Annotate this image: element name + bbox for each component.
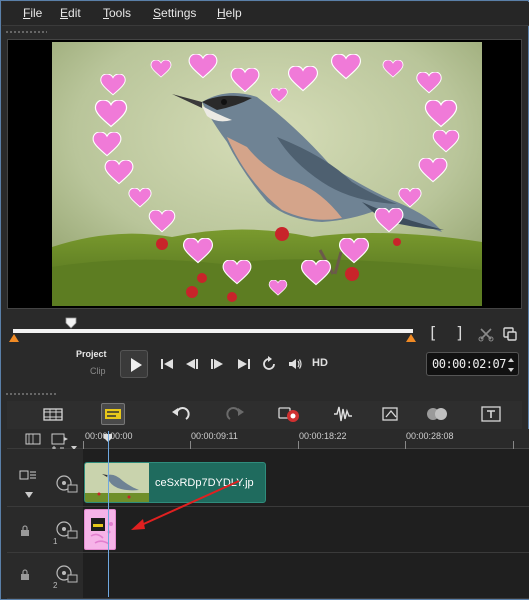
scrub-handle[interactable] [65, 317, 77, 329]
scissors-icon[interactable] [478, 326, 494, 342]
menu-settings[interactable]: Settings [153, 6, 196, 20]
ruler-tick [405, 441, 406, 449]
overlay-clip-thumbnail [90, 518, 113, 545]
storyboard-view-button[interactable] [41, 403, 65, 425]
timecode-spinner-icon[interactable] [507, 356, 515, 374]
playhead-line[interactable] [108, 431, 109, 597]
menu-bar: File Edit Tools Settings Help [2, 2, 529, 26]
track-header-top [7, 429, 83, 450]
preview-image [52, 42, 482, 306]
overlay-track-1-header: 1 [7, 507, 83, 553]
track-number: 1 [53, 537, 58, 546]
ruler-tick [83, 441, 84, 449]
step-forward-icon[interactable] [209, 356, 225, 372]
expand-track-icon[interactable] [24, 491, 34, 499]
preview-window [7, 39, 522, 309]
auto-music-icon[interactable] [379, 403, 403, 425]
subtitle-editor-icon[interactable] [479, 403, 503, 425]
overlay-track-icon[interactable] [54, 519, 78, 541]
annotation-arrow [131, 480, 240, 530]
undo-icon[interactable] [169, 403, 193, 425]
scrub-bar[interactable] [13, 329, 413, 333]
menu-edit[interactable]: Edit [60, 6, 81, 20]
enlarge-preview-icon[interactable] [502, 326, 518, 342]
overlay-track-icon[interactable] [54, 563, 78, 585]
redo-icon[interactable] [223, 403, 247, 425]
project-mode-label[interactable]: Project [76, 349, 107, 359]
timeline-ruler[interactable]: 00:00:00:00 00:00:09:11 00:00:18:22 00:0… [83, 429, 529, 449]
overlay-track-2-header: 2 [7, 553, 83, 599]
track-number: 2 [53, 581, 58, 590]
app-window: File Edit Tools Settings Help [] Projec… [0, 0, 529, 600]
trim-start-marker[interactable] [9, 334, 19, 342]
clip-mode-label[interactable]: Clip [90, 366, 106, 376]
timecode-display[interactable]: 00:00:02:07 [426, 352, 519, 376]
overlay-track-2[interactable] [83, 553, 529, 599]
sound-mixer-icon[interactable] [331, 403, 355, 425]
motion-tracking-icon[interactable] [425, 403, 449, 425]
filmstrip-icon [43, 408, 63, 421]
track-options-icon[interactable] [19, 469, 37, 481]
timeline-view-icon [105, 409, 121, 419]
ruler-tick [298, 441, 299, 449]
lock-icon[interactable] [19, 569, 31, 581]
timecode-value: 00:00:02:07 [432, 357, 506, 371]
video-track-header [7, 449, 83, 507]
skip-to-end-icon[interactable] [236, 356, 252, 372]
ruler-label: 00:00:09:11 [191, 431, 238, 441]
timeline-view-button[interactable] [101, 403, 125, 425]
repeat-icon[interactable] [261, 356, 277, 372]
play-icon [131, 358, 142, 372]
panel-grip-timeline[interactable] [5, 392, 57, 396]
ruler-label: 00:00:18:22 [299, 431, 347, 441]
lock-icon[interactable] [19, 525, 31, 537]
chapter-point-icon[interactable] [51, 433, 69, 445]
ruler-tick [190, 441, 191, 449]
overlay-clip[interactable] [84, 509, 116, 550]
track-manager-icon[interactable] [25, 433, 41, 445]
mark-in-button[interactable]: [ [428, 323, 438, 342]
mark-out-button[interactable]: ] [455, 323, 465, 342]
skip-to-start-icon[interactable] [159, 356, 175, 372]
step-back-icon[interactable] [184, 356, 200, 372]
menu-tools[interactable]: Tools [103, 6, 131, 20]
hd-toggle[interactable]: HD [312, 357, 328, 369]
trim-end-marker[interactable] [406, 334, 416, 342]
ruler-label: 00:00:28:08 [406, 431, 454, 441]
panel-grip[interactable] [5, 30, 47, 34]
video-track-icon[interactable] [54, 473, 78, 493]
volume-icon[interactable] [287, 356, 303, 372]
play-button[interactable] [120, 350, 148, 378]
menu-file[interactable]: File [23, 6, 42, 20]
menu-help[interactable]: Help [217, 6, 242, 20]
ruler-tick [513, 441, 514, 449]
record-capture-icon[interactable] [277, 403, 301, 425]
